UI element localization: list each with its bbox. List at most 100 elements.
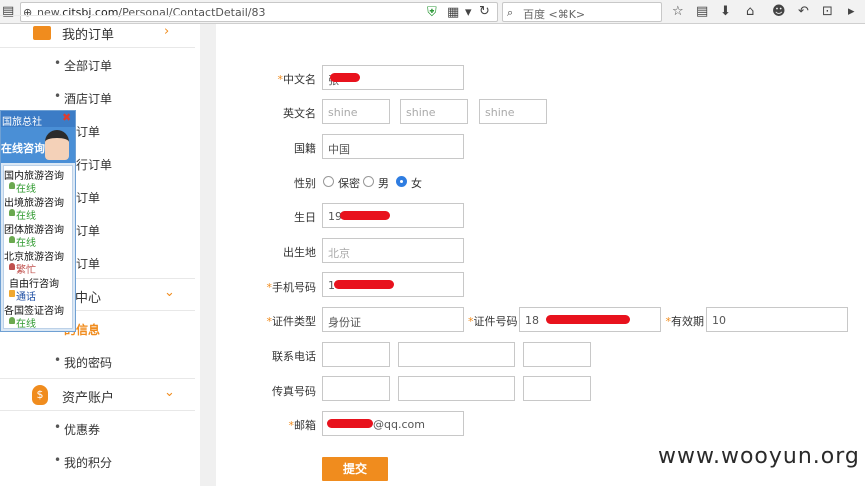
sidebar-divider [200, 24, 216, 486]
redaction-mark [330, 73, 360, 82]
email-label: *邮箱 [288, 419, 317, 432]
redaction-mark [546, 315, 630, 324]
gender-option-label: 女 [411, 177, 422, 190]
consult-item-status: 通话 [16, 292, 36, 303]
valid-period-input[interactable]: 10 [706, 307, 848, 332]
sidebar-group-label: 我的订单 [62, 28, 115, 43]
consult-item-status: 在线 [16, 319, 36, 330]
en-name-input-2[interactable]: shine [400, 99, 468, 124]
sidebar-item-all-orders[interactable]: • 全部订单 [0, 48, 195, 81]
id-no-label: *证件号码 [468, 315, 518, 328]
sidebar-item-label: 优惠券 [64, 423, 101, 437]
online-consult-widget: 国旅总社 ✖ 在线咨询 国内旅游咨询 在线 出境旅游咨询 在线 团体旅游咨询 在线 北… [0, 110, 76, 332]
sidebar-item-coupons[interactable]: • 优惠券 [0, 412, 195, 445]
search-placeholder: 百度 <⌘K> [523, 8, 586, 21]
close-icon[interactable]: ✖ [62, 112, 71, 124]
shield-icon[interactable]: ⛨ [427, 5, 437, 21]
money-bag-icon: $ [32, 385, 48, 405]
more-icon[interactable]: ▸ [848, 4, 855, 20]
consult-item[interactable]: 国内旅游咨询 在线 [4, 167, 74, 195]
sidebar-item-my-password[interactable]: • 我的密码 [0, 345, 195, 378]
gender-option-label: 保密 [338, 177, 360, 190]
home-icon[interactable]: ⌂ [746, 4, 754, 20]
fax-label: 传真号码 [272, 385, 316, 398]
person-icon [9, 182, 15, 189]
consult-item[interactable]: 北京旅游咨询 繁忙 [4, 248, 74, 276]
qr-icon[interactable]: ▦ [447, 5, 459, 21]
crop-icon[interactable]: ⊡ [822, 4, 833, 20]
en-name-input-1[interactable]: shine [322, 99, 390, 124]
redaction-mark [327, 419, 373, 428]
id-type-label: *证件类型 [266, 315, 317, 328]
sidebar-item-label: 我的密码 [64, 356, 113, 370]
fax-ext-input[interactable] [523, 376, 591, 401]
download-icon[interactable]: ⬇ [720, 4, 731, 20]
fax-number-input[interactable] [398, 376, 515, 401]
en-name-input-3[interactable]: shine [479, 99, 547, 124]
dropdown-icon[interactable]: ▾ [465, 5, 472, 21]
sidebar-item-label: 酒店订单 [64, 92, 113, 106]
consult-item[interactable]: 团体旅游咨询 在线 [4, 221, 74, 249]
bookmark-star-icon[interactable]: ☆ [672, 4, 684, 20]
chevron-down-icon: ⌄ [164, 285, 175, 300]
watermark: www.wooyun.org [658, 444, 860, 469]
valid-period-label: *有效期 [665, 315, 705, 328]
gender-radio-female[interactable] [396, 176, 407, 187]
gender-radio-secret[interactable] [323, 176, 334, 187]
bullet: • [54, 420, 62, 434]
sidebar-group-assets[interactable]: $ 资产账户 ⌄ [0, 378, 195, 411]
consult-banner[interactable]: 在线咨询 [1, 127, 75, 163]
submit-button[interactable]: 提交 [322, 457, 388, 481]
person-icon [9, 317, 15, 324]
gender-radio-male[interactable] [363, 176, 374, 187]
bullet: • [54, 89, 62, 103]
phone-label: 联系电话 [272, 350, 316, 363]
extension-icon[interactable]: ☻ [772, 4, 786, 20]
reload-icon[interactable]: ↻ [479, 4, 490, 20]
consult-item-status: 在线 [16, 211, 36, 222]
sidebar-item-label: 我的积分 [64, 456, 113, 470]
reading-list-icon[interactable]: ▤ [696, 4, 708, 20]
phone-ext-input[interactable] [523, 342, 591, 367]
sidebar-item-label: 全部订单 [64, 59, 113, 73]
chevron-right-icon: › [164, 24, 170, 39]
search-icon: ⌕ [507, 6, 514, 19]
person-busy-icon [9, 263, 15, 270]
search-box[interactable]: ⌕ 百度 <⌘K> [502, 2, 662, 22]
consult-header: 国旅总社 ✖ [1, 111, 75, 128]
birthday-label: 生日 [294, 211, 316, 224]
phone-number-input[interactable] [398, 342, 515, 367]
consult-item[interactable]: 出境旅游咨询 在线 [4, 194, 74, 222]
back-arrow-icon[interactable]: ↶ [798, 4, 809, 20]
mobile-label: *手机号码 [266, 281, 317, 294]
id-type-select[interactable]: 身份证 [322, 307, 464, 332]
sidebar-item-points[interactable]: • 我的积分 [0, 445, 195, 478]
nationality-input[interactable]: 中国 [322, 134, 464, 159]
phone-icon [9, 290, 15, 297]
agent-avatar [45, 130, 69, 160]
consult-list: 国内旅游咨询 在线 出境旅游咨询 在线 团体旅游咨询 在线 北京旅游咨询 繁忙 自由行咨… [3, 165, 74, 330]
consult-item[interactable]: 自由行咨询 通话 [4, 275, 74, 303]
birthplace-label: 出生地 [283, 246, 316, 259]
gender-option-label: 男 [378, 177, 389, 190]
cart-icon [33, 26, 51, 40]
chevron-down-icon: ⌄ [164, 385, 175, 400]
gender-label: 性别 [294, 177, 316, 190]
birthplace-input[interactable]: 北京 [322, 238, 464, 263]
consult-item-status: 繁忙 [16, 265, 36, 276]
consult-item-status: 在线 [16, 238, 36, 249]
person-icon [9, 236, 15, 243]
redaction-mark [340, 211, 390, 220]
redaction-mark [334, 280, 394, 289]
sidebar-group-orders[interactable]: 我的订单 › [0, 15, 195, 48]
consult-item-status: 在线 [16, 184, 36, 195]
en-name-label: 英文名 [283, 107, 316, 120]
cn-name-label: *中文名 [277, 73, 317, 86]
bullet: • [54, 353, 62, 367]
consult-item[interactable]: 各国签证咨询 在线 [4, 302, 74, 330]
bullet: • [54, 453, 62, 467]
consult-title: 国旅总社 [2, 117, 42, 128]
bullet: • [54, 56, 62, 70]
fax-area-input[interactable] [322, 376, 390, 401]
phone-area-input[interactable] [322, 342, 390, 367]
